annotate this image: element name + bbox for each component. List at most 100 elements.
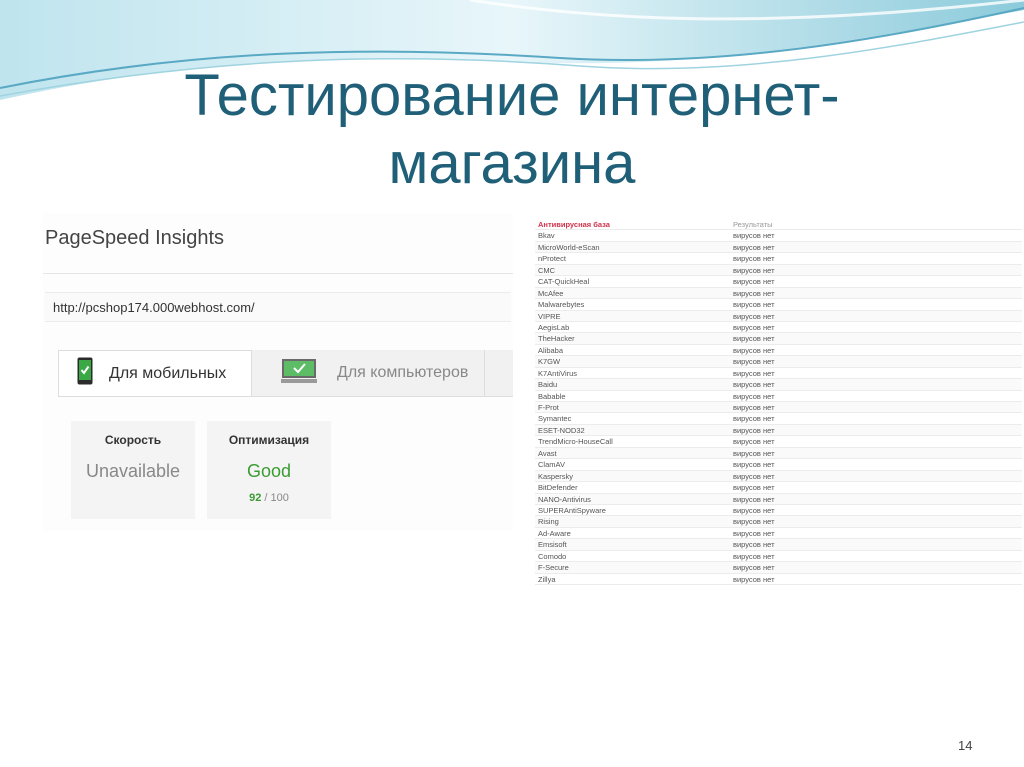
- antivirus-name: K7GW: [538, 357, 561, 367]
- table-row: CMC вирусов нет: [535, 264, 1022, 277]
- table-row: NANO-Antivirus вирусов нет: [535, 493, 1022, 505]
- scan-result: вирусов нет: [733, 322, 775, 332]
- table-body: Bkav вирусов нет MicroWorld-eScan вирусов н…: [535, 230, 1022, 585]
- table-row: nProtect вирусов нет: [535, 253, 1022, 265]
- scan-result: вирусов нет: [733, 517, 775, 527]
- optimization-value: Good: [246, 461, 292, 481]
- header-results: Результаты: [733, 220, 773, 229]
- scan-result: вирусов нет: [733, 311, 775, 321]
- antivirus-name: NANO-Antivirus: [538, 494, 591, 504]
- table-row: Bkav вирусов нет: [535, 230, 1022, 242]
- optimization-score: 92 / 100: [207, 492, 331, 504]
- table-row: K7AntiVirus вирусов нет: [535, 368, 1022, 380]
- scan-result: вирусов нет: [733, 380, 775, 390]
- speed-value: Unavailable: [85, 461, 181, 481]
- antivirus-name: SUPERAntiSpyware: [538, 505, 606, 515]
- antivirus-name: VIPRE: [538, 311, 561, 321]
- table-row: Baidu вирусов нет: [535, 379, 1022, 391]
- table-header-row: Антивирусная база Результаты: [535, 219, 1022, 231]
- table-row: Comodo вирусов нет: [535, 551, 1022, 563]
- antivirus-name: nProtect: [538, 254, 566, 264]
- slide-title-line-2: магазина: [388, 131, 636, 196]
- table-row: VIPRE вирусов нет: [535, 310, 1022, 322]
- optimization-score-value: 92: [249, 492, 262, 504]
- table-row: Avast вирусов нет: [535, 447, 1022, 460]
- scan-result: вирусов нет: [733, 403, 775, 412]
- tab-mobile-label: Для мобильных: [109, 364, 227, 382]
- scan-result: вирусов нет: [733, 425, 775, 435]
- antivirus-name: TrendMicro-HouseCall: [538, 437, 613, 447]
- table-row: AegisLab вирусов нет: [535, 322, 1022, 334]
- antivirus-name: CMC: [538, 265, 556, 275]
- scan-result: вирусов нет: [733, 231, 775, 241]
- antivirus-name: Ad-Aware: [538, 528, 571, 538]
- scan-result: вирусов нет: [733, 483, 775, 493]
- speed-score-card: Скорость Unavailable: [71, 421, 195, 519]
- antivirus-name: Kaspersky: [538, 471, 574, 481]
- tab-desktop-label: Для компьютеров: [337, 364, 469, 381]
- table-row: Malwarebytes вирусов нет: [535, 299, 1022, 311]
- url-input[interactable]: http://pcshop174.000webhost.com/: [45, 292, 511, 322]
- table-row: TrendMicro-HouseCall вирусов нет: [535, 436, 1022, 448]
- table-row: BitDefender вирусов нет: [535, 482, 1022, 494]
- speed-label: Скорость: [104, 433, 162, 447]
- table-row: Emsisoft вирусов нет: [535, 539, 1022, 551]
- phone-check-icon: [77, 357, 93, 390]
- antivirus-name: F-Secure: [538, 563, 569, 573]
- table-row: Alibaba вирусов нет: [535, 345, 1022, 357]
- antivirus-name: K7AntiVirus: [538, 368, 578, 378]
- page-number: 14: [958, 738, 973, 753]
- scan-result: вирусов нет: [733, 254, 775, 264]
- scan-result: вирусов нет: [733, 357, 775, 367]
- antivirus-name: Zillya: [538, 574, 556, 584]
- antivirus-name: AegisLab: [538, 322, 570, 332]
- scan-result: вирусов нет: [733, 551, 775, 561]
- table-row: Symantec вирусов нет: [535, 413, 1022, 425]
- scan-result: вирусов нет: [733, 540, 775, 550]
- optimization-score-max: / 100: [264, 492, 289, 504]
- scan-result: вирусов нет: [733, 414, 775, 424]
- antivirus-name: F-Prot: [538, 403, 559, 412]
- table-row: CAT-QuickHeal вирусов нет: [535, 276, 1022, 288]
- table-row: Ad-Aware вирусов нет: [535, 528, 1022, 540]
- table-row: K7GW вирусов нет: [535, 356, 1022, 368]
- table-row: F-Prot вирусов нет: [535, 402, 1022, 414]
- scan-result: вирусов нет: [733, 460, 775, 470]
- pagespeed-header: PageSpeed Insights: [43, 213, 513, 274]
- antivirus-name: Rising: [538, 517, 559, 527]
- scan-result: вирусов нет: [733, 528, 775, 538]
- antivirus-name: Baidu: [538, 380, 558, 390]
- antivirus-name: MicroWorld-eScan: [538, 242, 600, 252]
- table-row: ClamAV вирусов нет: [535, 459, 1022, 471]
- slide-title-line-1: Тестирование интернет-: [184, 63, 840, 128]
- antivirus-name: ESET-NOD32: [538, 425, 585, 435]
- tab-divider: [484, 350, 485, 396]
- antivirus-name: TheHacker: [538, 334, 575, 344]
- scan-result: вирусов нет: [733, 563, 775, 573]
- antivirus-name: Avast: [538, 448, 557, 458]
- antivirus-name: Babable: [538, 391, 566, 401]
- scan-result: вирусов нет: [733, 300, 775, 310]
- scan-result: вирусов нет: [733, 494, 775, 504]
- scan-result: вирусов нет: [733, 448, 775, 458]
- table-row: Babable вирусов нет: [535, 391, 1022, 402]
- scan-result: вирусов нет: [733, 288, 775, 298]
- table-row: Rising вирусов нет: [535, 516, 1022, 528]
- antivirus-name: McAfee: [538, 288, 564, 298]
- scan-result: вирусов нет: [733, 334, 775, 344]
- table-row: Zillya вирусов нет: [535, 574, 1022, 585]
- scan-result: вирусов нет: [733, 368, 775, 378]
- header-antivirus: Антивирусная база: [538, 220, 610, 229]
- tab-mobile[interactable]: Для мобильных: [58, 350, 252, 396]
- antivirus-name: CAT-QuickHeal: [538, 277, 590, 287]
- scan-result: вирусов нет: [733, 574, 775, 584]
- antivirus-name: BitDefender: [538, 483, 578, 493]
- tab-desktop[interactable]: Для компьютеров: [269, 350, 499, 396]
- antivirus-name: Comodo: [538, 551, 567, 561]
- scan-result: вирусов нет: [733, 437, 775, 447]
- optimization-score-card: Оптимизация Good 92 / 100: [207, 421, 331, 519]
- monitor-check-icon: [281, 358, 317, 389]
- pagespeed-brand: PageSpeed Insights: [45, 227, 225, 249]
- antivirus-name: Alibaba: [538, 345, 564, 355]
- table-row: Kaspersky вирусов нет: [535, 470, 1022, 483]
